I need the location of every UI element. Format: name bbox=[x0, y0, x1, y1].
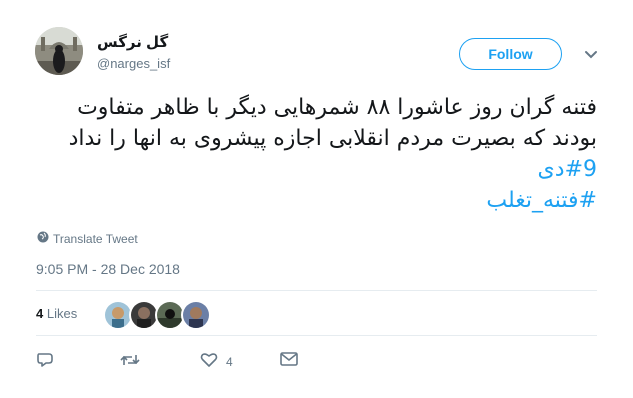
translate-tweet-link[interactable]: Translate Tweet bbox=[37, 231, 138, 246]
hashtag-link[interactable]: #9دی bbox=[30, 154, 597, 185]
likes-count[interactable]: 4 Likes bbox=[36, 306, 77, 321]
liker-avatar[interactable] bbox=[181, 300, 211, 330]
translate-label: Translate Tweet bbox=[53, 231, 138, 246]
like-button[interactable]: 4 bbox=[200, 352, 233, 371]
likes-number: 4 bbox=[36, 306, 44, 321]
user-handle[interactable]: @narges_isf bbox=[97, 56, 170, 71]
globe-icon bbox=[37, 231, 49, 246]
direct-message-button[interactable] bbox=[280, 352, 298, 369]
divider bbox=[36, 290, 597, 291]
avatar[interactable] bbox=[35, 27, 83, 75]
display-name[interactable]: گل نرگس bbox=[97, 33, 168, 51]
tweet-actions: 4 bbox=[36, 352, 336, 372]
tweet-line: فتنه گران روز عاشورا ۸۸ شمرهایی دیگر با … bbox=[77, 95, 597, 120]
tweet-timestamp[interactable]: 9:05 PM - 28 Dec 2018 bbox=[36, 261, 180, 277]
likers-avatars bbox=[103, 300, 211, 330]
follow-button[interactable]: Follow bbox=[459, 38, 562, 70]
tweet-text: فتنه گران روز عاشورا ۸۸ شمرهایی دیگر با … bbox=[30, 92, 597, 216]
reply-icon bbox=[36, 352, 54, 371]
tweet-line: بودند که بصیرت مردم انقلابی اجازه پیشروی… bbox=[68, 126, 597, 151]
divider bbox=[36, 335, 597, 336]
heart-icon bbox=[200, 352, 218, 371]
likes-label: Likes bbox=[46, 306, 78, 321]
reply-button[interactable] bbox=[36, 352, 54, 371]
chevron-down-icon[interactable] bbox=[584, 47, 598, 59]
like-count: 4 bbox=[226, 354, 233, 369]
retweet-button[interactable] bbox=[120, 352, 140, 371]
hashtag-link[interactable]: #فتنه_تغلب bbox=[30, 185, 597, 216]
envelope-icon bbox=[280, 352, 298, 369]
retweet-icon bbox=[120, 352, 140, 371]
